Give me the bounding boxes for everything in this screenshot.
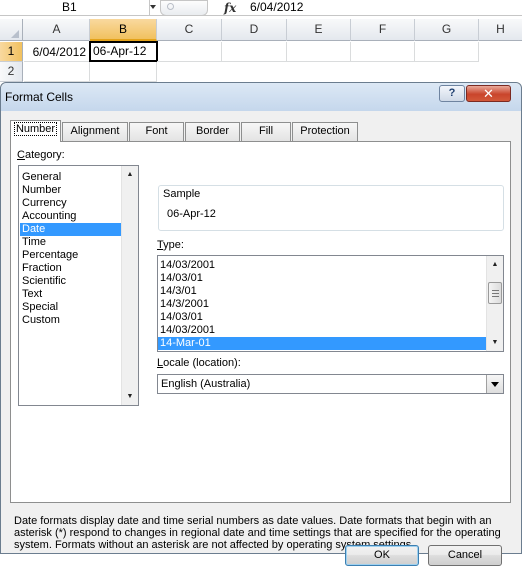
type-item[interactable]: 14/03/2001 bbox=[158, 324, 486, 337]
tab-number-label: Number bbox=[13, 122, 58, 136]
splitter-grip-icon bbox=[167, 3, 174, 10]
locale-label: Locale (location): bbox=[157, 357, 241, 369]
tab-alignment[interactable]: Alignment bbox=[62, 122, 128, 141]
category-item-percentage[interactable]: Percentage bbox=[20, 249, 121, 262]
column-header-d[interactable]: D bbox=[222, 19, 287, 41]
cell-b1[interactable]: 06-Apr-12 bbox=[89, 41, 158, 62]
column-header-g[interactable]: G bbox=[415, 19, 479, 41]
type-item[interactable]: 14/03/01 bbox=[158, 311, 486, 324]
formula-input[interactable]: 6/04/2012 bbox=[250, 0, 303, 15]
ok-button[interactable]: OK bbox=[345, 545, 419, 566]
type-item[interactable]: 14/3/2001 bbox=[158, 298, 486, 311]
tab-font[interactable]: Font bbox=[129, 122, 184, 141]
type-label: Type: bbox=[157, 239, 184, 251]
category-item-fraction[interactable]: Fraction bbox=[20, 262, 121, 275]
cell-e1[interactable] bbox=[287, 42, 351, 62]
cancel-button[interactable]: Cancel bbox=[428, 545, 502, 566]
insert-function-icon[interactable]: fx bbox=[224, 1, 236, 15]
name-box[interactable]: B1 bbox=[0, 0, 150, 16]
category-item-currency[interactable]: Currency bbox=[20, 197, 121, 210]
category-label: Category: bbox=[17, 149, 65, 161]
sample-value: 06-Apr-12 bbox=[167, 208, 216, 220]
column-header-c[interactable]: C bbox=[157, 19, 222, 41]
column-header-b[interactable]: B bbox=[90, 19, 157, 41]
cell-g1[interactable] bbox=[415, 42, 479, 62]
cell-c1[interactable] bbox=[157, 42, 222, 62]
category-item-number[interactable]: Number bbox=[20, 184, 121, 197]
name-box-dropdown-icon[interactable] bbox=[150, 5, 156, 9]
column-header-f[interactable]: F bbox=[351, 19, 415, 41]
close-button[interactable]: ✕ bbox=[466, 85, 511, 102]
column-headers: A B C D E F G H bbox=[0, 19, 522, 41]
tab-border[interactable]: Border bbox=[185, 122, 240, 141]
type-item[interactable]: 14/03/2001 bbox=[158, 259, 486, 272]
scroll-up-icon[interactable]: ▲ bbox=[487, 256, 503, 273]
type-scrollbar[interactable]: ▲ ▼ bbox=[486, 256, 503, 351]
sample-label: Sample bbox=[163, 188, 201, 200]
cell-a1[interactable]: 6/04/2012 bbox=[24, 42, 90, 62]
number-tab-panel: Category: General Number Currency Accoun… bbox=[10, 141, 511, 503]
category-item-scientific[interactable]: Scientific bbox=[20, 275, 121, 288]
tab-number[interactable]: Number bbox=[10, 120, 61, 142]
category-item-date[interactable]: Date bbox=[20, 223, 121, 236]
type-listbox[interactable]: 14/03/2001 14/03/01 14/3/01 14/3/2001 14… bbox=[157, 255, 504, 352]
type-item-selected[interactable]: 14-Mar-01 bbox=[158, 337, 486, 350]
locale-value: English (Australia) bbox=[161, 378, 251, 390]
cell-f1[interactable] bbox=[351, 42, 415, 62]
scroll-up-icon[interactable]: ▲ bbox=[122, 166, 138, 183]
help-button[interactable]: ? bbox=[439, 85, 465, 102]
row-header-1[interactable]: 1 bbox=[0, 42, 23, 62]
column-header-e[interactable]: E bbox=[287, 19, 351, 41]
type-item[interactable]: 14/3/01 bbox=[158, 285, 486, 298]
tab-protection[interactable]: Protection bbox=[292, 122, 358, 141]
category-item-special[interactable]: Special bbox=[20, 301, 121, 314]
tab-fill[interactable]: Fill bbox=[241, 122, 291, 141]
cell-a2[interactable] bbox=[24, 62, 90, 82]
category-item-text[interactable]: Text bbox=[20, 288, 121, 301]
category-item-time[interactable]: Time bbox=[20, 236, 121, 249]
category-item-accounting[interactable]: Accounting bbox=[20, 210, 121, 223]
category-scrollbar[interactable]: ▲ ▼ bbox=[121, 166, 138, 405]
chevron-down-icon[interactable] bbox=[486, 375, 503, 393]
format-cells-dialog: Format Cells ? ✕ Number Alignment Font B… bbox=[0, 82, 522, 566]
dialog-titlebar[interactable]: Format Cells ? ✕ bbox=[1, 83, 521, 111]
dialog-title: Format Cells bbox=[5, 90, 74, 104]
scroll-down-icon[interactable]: ▼ bbox=[122, 388, 138, 405]
scroll-thumb[interactable] bbox=[488, 282, 502, 304]
type-item[interactable]: 14/03/01 bbox=[158, 272, 486, 285]
formula-bar: B1 fx 6/04/2012 bbox=[0, 0, 522, 16]
row-header-2[interactable]: 2 bbox=[0, 62, 23, 82]
column-header-h[interactable]: H bbox=[479, 19, 522, 41]
category-item-general[interactable]: General bbox=[20, 171, 121, 184]
cell-d1[interactable] bbox=[222, 42, 287, 62]
category-listbox[interactable]: General Number Currency Accounting Date … bbox=[18, 165, 139, 406]
sample-group: Sample 06-Apr-12 bbox=[158, 185, 504, 231]
select-all-corner[interactable] bbox=[0, 19, 23, 41]
dialog-body: Number Alignment Font Border Fill Protec… bbox=[7, 111, 515, 566]
column-header-a[interactable]: A bbox=[24, 19, 90, 41]
locale-dropdown[interactable]: English (Australia) bbox=[157, 374, 504, 394]
scroll-down-icon[interactable]: ▼ bbox=[487, 334, 503, 351]
category-item-custom[interactable]: Custom bbox=[20, 314, 121, 327]
cell-b2[interactable] bbox=[90, 62, 157, 82]
